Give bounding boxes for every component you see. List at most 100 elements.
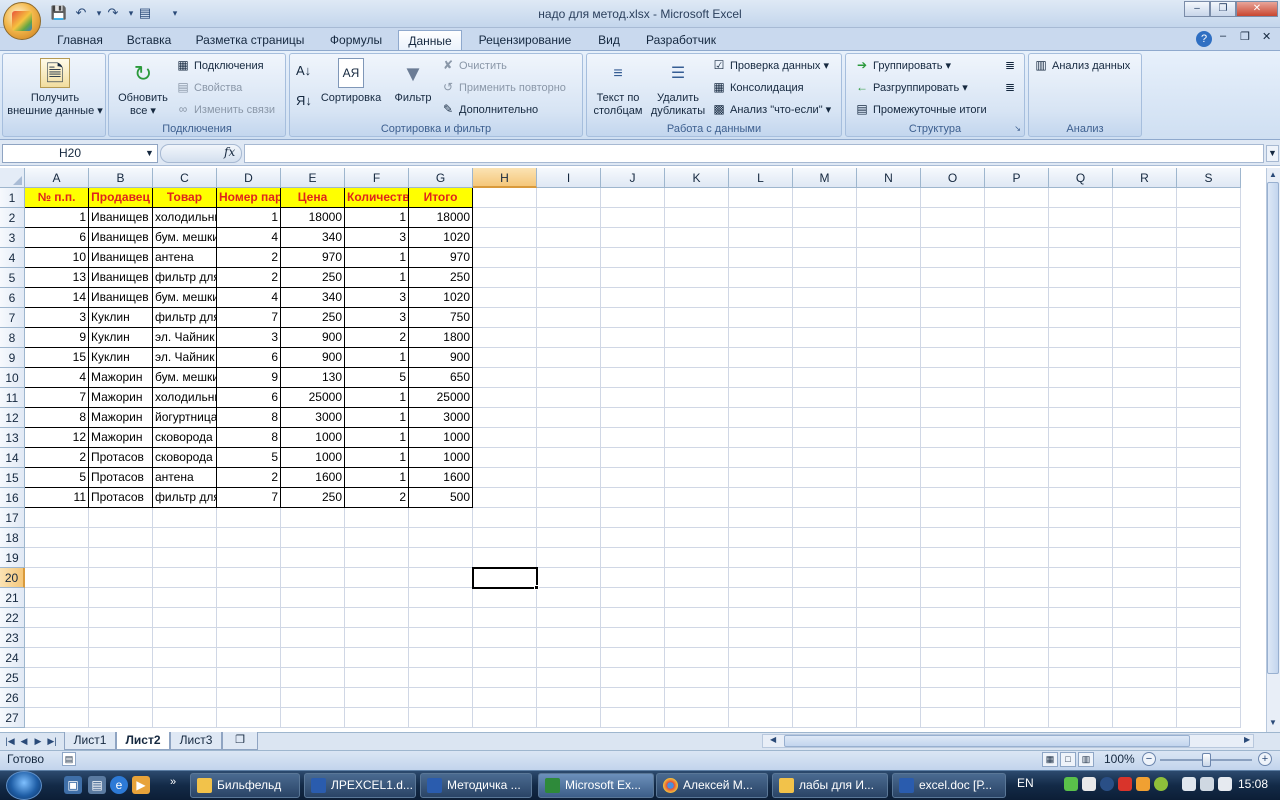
row-header[interactable]: 27 [0,708,25,728]
cell[interactable] [409,708,473,728]
cell[interactable] [1049,488,1113,508]
cell[interactable] [793,548,857,568]
cell[interactable] [921,448,985,468]
table-cell[interactable]: 2 [345,328,409,348]
table-cell[interactable]: 1020 [409,288,473,308]
header-cell[interactable]: Продавец [89,188,153,208]
cell[interactable] [601,568,665,588]
cell[interactable] [729,208,793,228]
column-header[interactable]: I [537,168,601,188]
cell[interactable] [793,308,857,328]
cell[interactable] [665,508,729,528]
table-cell[interactable]: йогуртница [153,408,217,428]
cell[interactable] [601,648,665,668]
table-cell[interactable]: 1000 [281,428,345,448]
column-header[interactable]: P [985,168,1049,188]
cell[interactable] [729,248,793,268]
ungroup-button[interactable]: ← Разгруппировать ▾ [854,78,968,96]
cell[interactable] [985,648,1049,668]
cell[interactable] [89,588,153,608]
table-cell[interactable]: 3000 [409,408,473,428]
cell[interactable] [537,448,601,468]
table-cell[interactable]: 650 [409,368,473,388]
cell[interactable] [857,188,921,208]
cell[interactable] [537,328,601,348]
table-cell[interactable]: Иванищев [89,248,153,268]
cell[interactable] [601,488,665,508]
cell[interactable] [921,348,985,368]
cell[interactable] [921,388,985,408]
tab-page-layout[interactable]: Разметка страницы [190,30,310,50]
table-cell[interactable]: 5 [217,448,281,468]
zoom-out-icon[interactable]: − [1142,752,1156,766]
table-cell[interactable]: сковорода [153,428,217,448]
table-cell[interactable]: фильтр для [153,488,217,508]
cell[interactable] [537,228,601,248]
cell[interactable] [89,668,153,688]
cell[interactable] [1177,648,1241,668]
column-header[interactable]: J [601,168,665,188]
cell[interactable] [985,608,1049,628]
table-cell[interactable]: 1 [25,208,89,228]
taskbar-button-2[interactable]: ЛРEXCEL1.d... [304,773,416,798]
cell[interactable] [665,628,729,648]
cell[interactable] [281,668,345,688]
cell[interactable] [473,248,537,268]
table-cell[interactable]: 18000 [281,208,345,228]
properties-button[interactable]: ▤ Свойства [175,78,242,96]
cell[interactable] [1177,508,1241,528]
cell[interactable] [409,568,473,588]
cell[interactable] [665,228,729,248]
cell[interactable] [473,428,537,448]
cell[interactable] [473,468,537,488]
table-cell[interactable]: 8 [25,408,89,428]
outline-dialog-launcher-icon[interactable]: ↘ [1014,124,1021,133]
cell[interactable] [985,528,1049,548]
taskbar-button-5[interactable]: Алексей М... [656,773,768,798]
cell[interactable] [1113,648,1177,668]
table-cell[interactable]: Протасов [89,468,153,488]
cell[interactable] [537,468,601,488]
table-cell[interactable]: Куклин [89,328,153,348]
cell[interactable] [1049,468,1113,488]
cell[interactable] [409,688,473,708]
cell[interactable] [921,408,985,428]
cell[interactable] [1177,188,1241,208]
cell[interactable] [665,268,729,288]
table-cell[interactable]: 1600 [281,468,345,488]
table-cell[interactable]: 4 [25,368,89,388]
insert-function-icon[interactable]: fx [224,145,235,159]
cell[interactable] [729,368,793,388]
cell[interactable] [857,308,921,328]
cell[interactable] [25,648,89,668]
cell[interactable] [985,468,1049,488]
cell[interactable] [473,608,537,628]
table-cell[interactable]: 3000 [281,408,345,428]
cell[interactable] [601,628,665,648]
cell[interactable] [217,548,281,568]
table-cell[interactable]: 2 [25,448,89,468]
cell[interactable] [1049,528,1113,548]
internet-explorer-icon[interactable]: e [110,776,128,794]
tray-update-icon[interactable] [1154,777,1168,791]
cell[interactable] [1113,428,1177,448]
table-cell[interactable]: 25000 [281,388,345,408]
consolidate-button[interactable]: ▦ Консолидация [711,78,803,96]
cell[interactable] [345,568,409,588]
column-header[interactable]: N [857,168,921,188]
cell[interactable] [409,588,473,608]
table-cell[interactable]: Куклин [89,348,153,368]
cell[interactable] [1113,188,1177,208]
cell[interactable] [857,468,921,488]
cell[interactable] [857,648,921,668]
cell[interactable] [857,368,921,388]
cell[interactable] [729,688,793,708]
cell[interactable] [601,468,665,488]
cell[interactable] [985,408,1049,428]
cell[interactable] [665,528,729,548]
table-cell[interactable]: 15 [25,348,89,368]
table-cell[interactable]: Иванищев [89,228,153,248]
table-cell[interactable]: 970 [409,248,473,268]
tab-review[interactable]: Рецензирование [470,30,580,50]
cell[interactable] [793,188,857,208]
